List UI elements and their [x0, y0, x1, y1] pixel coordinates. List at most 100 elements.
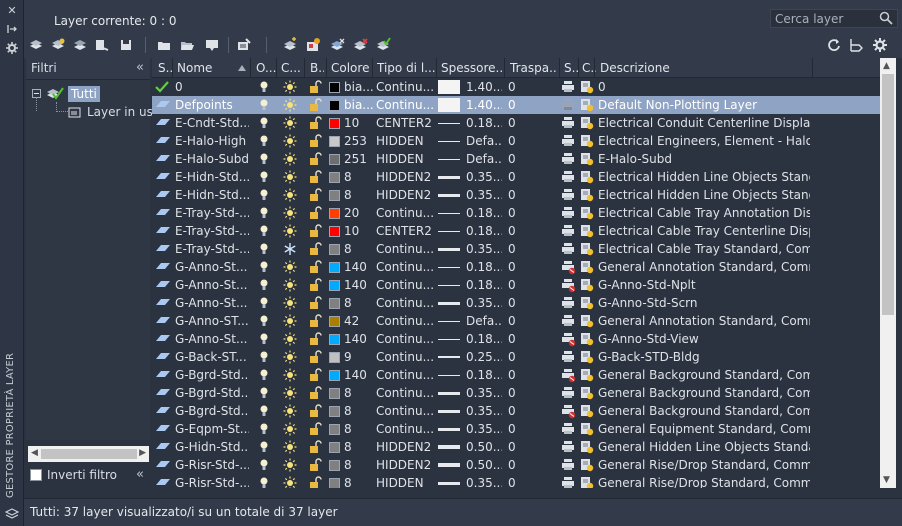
unlocked-padlock-icon[interactable]: [309, 98, 323, 115]
unlocked-padlock-icon[interactable]: [309, 188, 323, 205]
scroll-right-icon[interactable]: ▶: [139, 448, 146, 458]
set-current-icon[interactable]: [375, 37, 391, 53]
new-vp-freeze-icon[interactable]: [580, 152, 594, 169]
new-vp-freeze-icon[interactable]: [580, 260, 594, 277]
search-icon[interactable]: [879, 11, 893, 25]
tree-node-all[interactable]: Tutti: [32, 86, 144, 102]
color-swatch[interactable]: [329, 100, 340, 111]
color-swatch[interactable]: [329, 316, 340, 327]
folder-icon[interactable]: [156, 37, 172, 53]
layer-status-icon[interactable]: [155, 260, 171, 275]
printer-icon[interactable]: [561, 423, 575, 438]
printer-icon[interactable]: [561, 207, 575, 222]
lightbulb-on-icon[interactable]: [259, 404, 269, 421]
lightbulb-on-icon[interactable]: [259, 242, 269, 259]
new-vp-freeze-icon[interactable]: [580, 206, 594, 223]
new-vp-freeze-icon[interactable]: [580, 458, 594, 475]
snowflake-frozen-icon[interactable]: [283, 242, 297, 259]
lightbulb-on-icon[interactable]: [259, 422, 269, 439]
unlocked-padlock-icon[interactable]: [309, 368, 323, 385]
layer-status-icon[interactable]: [155, 476, 171, 488]
lightbulb-on-icon[interactable]: [259, 98, 269, 115]
new-vp-freeze-icon[interactable]: [580, 188, 594, 205]
horizontal-scrollbar[interactable]: ◀ ▶: [28, 446, 149, 462]
table-row[interactable]: G-Anno-ST... 42 Continu... Defa... 0 General …: [152, 312, 880, 330]
unlocked-padlock-icon[interactable]: [309, 314, 323, 331]
table-row[interactable]: G-Risr-Std-... 8 HIDDEN 0.35... 0 General Ris…: [152, 474, 880, 488]
new-vp-freeze-icon[interactable]: [580, 278, 594, 295]
save-state-icon[interactable]: [118, 37, 134, 53]
printer-icon[interactable]: [561, 387, 575, 402]
new-layer-icon[interactable]: [282, 37, 298, 53]
layer-status-icon[interactable]: [155, 404, 171, 419]
unlocked-padlock-icon[interactable]: [309, 476, 323, 488]
lightbulb-on-icon[interactable]: [259, 134, 269, 151]
table-row[interactable]: G-Anno-St... 140 Continu... 0.18... 0 G-Anno-…: [152, 276, 880, 294]
pin-icon[interactable]: [5, 22, 19, 36]
color-swatch[interactable]: [329, 388, 340, 399]
col-description[interactable]: Descrizione: [600, 61, 800, 75]
layer-status-icon[interactable]: [155, 170, 171, 185]
color-swatch[interactable]: [329, 154, 340, 165]
unlocked-padlock-icon[interactable]: [309, 260, 323, 277]
lightbulb-on-icon[interactable]: [259, 260, 269, 277]
printer-icon[interactable]: [561, 135, 575, 150]
layer-status-icon[interactable]: [155, 368, 171, 383]
new-vp-freeze-icon[interactable]: [580, 368, 594, 385]
table-row[interactable]: E-Tray-Std-... 10 CENTER2 0.18... 0 Electrica…: [152, 222, 880, 240]
sun-thawed-icon[interactable]: [283, 350, 297, 367]
table-row[interactable]: G-Anno-St... 8 Continu... 0.35... 0 G-Anno-St…: [152, 294, 880, 312]
sun-thawed-icon[interactable]: [283, 152, 297, 169]
collapse-panel-icon[interactable]: «: [136, 467, 144, 482]
col-plot[interactable]: S...: [564, 61, 578, 75]
layer-status-icon[interactable]: [155, 350, 171, 365]
new-group-filter-icon[interactable]: [50, 37, 66, 53]
printer-icon[interactable]: [561, 351, 575, 366]
lightbulb-on-icon[interactable]: [259, 170, 269, 187]
table-row[interactable]: E-Cndt-Std... 10 CENTER2 0.18... 0 Electrical…: [152, 114, 880, 132]
layer-status-icon[interactable]: [155, 206, 171, 221]
layer-status-icon[interactable]: [155, 332, 171, 347]
unlocked-padlock-icon[interactable]: [309, 116, 323, 133]
new-vp-freeze-icon[interactable]: [580, 80, 594, 97]
unlocked-padlock-icon[interactable]: [309, 134, 323, 151]
sun-thawed-icon[interactable]: [283, 476, 297, 488]
layer-status-icon[interactable]: [155, 188, 171, 203]
settings-icon[interactable]: [5, 41, 19, 55]
sun-thawed-icon[interactable]: [283, 260, 297, 277]
sun-thawed-icon[interactable]: [283, 188, 297, 205]
layer-list-icon[interactable]: [94, 37, 110, 53]
printer-icon[interactable]: [561, 477, 575, 488]
layer-status-icon[interactable]: [155, 116, 171, 131]
lightbulb-on-icon[interactable]: [259, 440, 269, 457]
lightbulb-on-icon[interactable]: [259, 386, 269, 403]
search-input[interactable]: [771, 10, 877, 27]
lightbulb-on-icon[interactable]: [259, 314, 269, 331]
sun-thawed-icon[interactable]: [283, 440, 297, 457]
new-vp-freeze-icon[interactable]: [580, 170, 594, 187]
color-swatch[interactable]: [329, 172, 340, 183]
layer-status-icon[interactable]: [155, 422, 171, 437]
lightbulb-on-icon[interactable]: [259, 296, 269, 313]
sun-thawed-icon[interactable]: [283, 332, 297, 349]
new-vp-freeze-icon[interactable]: [580, 98, 594, 115]
tree-node-used-layers[interactable]: Layer in uso: [68, 104, 160, 120]
printer-icon[interactable]: [561, 189, 575, 204]
delete-layer-red-icon[interactable]: [352, 37, 368, 53]
new-layer-vp-frozen-icon[interactable]: [305, 37, 321, 53]
new-vp-freeze-icon[interactable]: [580, 440, 594, 457]
printer-icon[interactable]: [561, 81, 575, 96]
color-swatch[interactable]: [329, 136, 340, 147]
new-vp-freeze-icon[interactable]: [580, 404, 594, 421]
layer-status-icon[interactable]: [155, 458, 171, 473]
color-swatch[interactable]: [329, 298, 340, 309]
sun-thawed-icon[interactable]: [283, 80, 297, 97]
layer-status-icon[interactable]: [155, 386, 171, 401]
col-linetype[interactable]: Tipo di l...: [377, 61, 435, 75]
table-row[interactable]: G-Bgrd-Std... 8 Continu... 0.35... 0 General …: [152, 402, 880, 420]
color-swatch[interactable]: [329, 208, 340, 219]
unlocked-padlock-icon[interactable]: [309, 242, 323, 259]
unlocked-padlock-icon[interactable]: [309, 296, 323, 313]
new-vp-freeze-icon[interactable]: [580, 224, 594, 241]
color-swatch[interactable]: [329, 424, 340, 435]
